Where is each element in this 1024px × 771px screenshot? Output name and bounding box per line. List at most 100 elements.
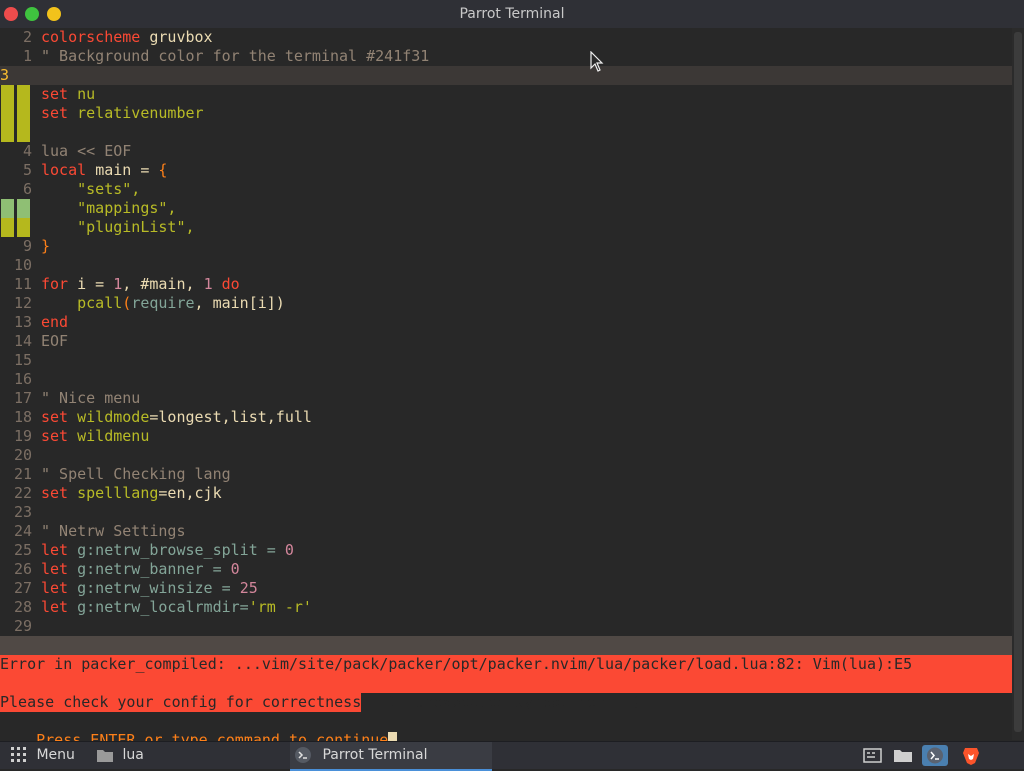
error-line-1: Error in packer_compiled: ...vim/site/pa…	[0, 655, 1012, 674]
editor-line[interactable]: set nu	[0, 85, 1012, 104]
continue-prompt[interactable]: Press ENTER or type command to continue	[0, 712, 398, 749]
editor-line[interactable]: 21 " Spell Checking lang	[0, 465, 1012, 484]
line-code: let g:netrw_winsize = 25	[41, 579, 258, 598]
terminal-task-label: Parrot Terminal	[322, 747, 428, 763]
line-code: set relativenumber	[41, 104, 204, 123]
line-number: 13	[13, 313, 32, 331]
code-token: pcall	[41, 294, 123, 312]
line-code: "pluginList",	[41, 218, 194, 237]
editor-line[interactable]: 11 for i = 1, #main, 1 do	[0, 275, 1012, 294]
code-token: " Background color for the terminal #241…	[41, 47, 430, 65]
editor-line[interactable]: 6 "sets",	[0, 180, 1012, 199]
line-code: EOF	[41, 332, 68, 351]
line-number: 2	[22, 28, 32, 46]
line-code: pcall(require, main[i])	[41, 294, 285, 313]
code-token: let	[41, 579, 78, 597]
tray-terminal-icon[interactable]	[922, 745, 948, 766]
line-code: " Nice menu	[41, 389, 140, 408]
editor-line[interactable]: "pluginList",	[0, 218, 1012, 237]
code-token: 0	[230, 560, 240, 578]
line-code: colorscheme gruvbox	[41, 28, 213, 47]
line-code: "mappings",	[41, 199, 176, 218]
editor-line[interactable]: 2 colorscheme gruvbox	[0, 28, 1012, 47]
folder-task-button[interactable]: lua	[96, 742, 144, 769]
code-token: (	[122, 294, 132, 312]
editor-line[interactable]: 15	[0, 351, 1012, 370]
scrollbar-thumb[interactable]	[1014, 32, 1022, 732]
files-icon	[894, 750, 912, 762]
line-number: 23	[13, 503, 32, 521]
error-line-2: 107: Error loading lua [string ":lua"]:1…	[0, 674, 1012, 711]
code-token: }	[41, 237, 51, 255]
tray-browser-icon[interactable]	[958, 745, 984, 766]
code-token: " Nice menu	[41, 389, 141, 407]
code-token: 1	[113, 275, 123, 293]
editor-line[interactable]: 4 lua << EOF	[0, 142, 1012, 161]
code-token: set	[41, 85, 78, 103]
code-token: " Spell Checking lang	[41, 465, 231, 483]
editor-line[interactable]: "mappings",	[0, 199, 1012, 218]
line-number: 17	[13, 389, 32, 407]
tray-files-icon[interactable]	[890, 745, 916, 766]
editor-line[interactable]	[0, 123, 1012, 142]
window-title: Parrot Terminal	[459, 6, 565, 22]
code-token: colorscheme	[41, 28, 150, 46]
git-sign-marker	[0, 85, 40, 142]
scrollbar[interactable]	[1012, 28, 1024, 740]
editor-line[interactable]: 19 set wildmenu	[0, 427, 1012, 446]
code-token: i =	[77, 275, 114, 293]
line-code: local main = {	[41, 161, 167, 180]
line-code: " Spell Checking lang	[41, 465, 231, 484]
code-token: lua << EOF	[41, 142, 132, 160]
line-code: set wildmode=longest,list,full	[41, 408, 312, 427]
line-number: 6	[22, 180, 32, 198]
line-code: lua << EOF	[41, 142, 131, 161]
line-number: 25	[13, 541, 32, 559]
code-token: gruvbox	[149, 28, 213, 46]
line-number: 14	[13, 332, 32, 350]
editor-line[interactable]: 26 let g:netrw_banner = 0	[0, 560, 1012, 579]
line-number: 3	[0, 66, 10, 84]
terminal-task-button[interactable]: Parrot Terminal	[290, 742, 492, 771]
editor-line[interactable]: 24 " Netrw Settings	[0, 522, 1012, 541]
tray-keyboard-icon[interactable]	[860, 745, 886, 766]
editor-line[interactable]: 5 local main = {	[0, 161, 1012, 180]
folder-task-label: lua	[122, 747, 144, 763]
start-menu-button[interactable]: Menu	[10, 742, 75, 769]
code-token: 0	[284, 541, 294, 559]
editor-line[interactable]: 16	[0, 370, 1012, 389]
editor-line[interactable]: 10	[0, 256, 1012, 275]
code-token: 1	[203, 275, 222, 293]
editor-line[interactable]: 22 set spelllang=en,cjk	[0, 484, 1012, 503]
title-bar[interactable]: Parrot Terminal	[0, 0, 1024, 29]
editor-line[interactable]: 23	[0, 503, 1012, 522]
editor-line[interactable]: 29	[0, 617, 1012, 636]
terminal-area[interactable]: 2 colorscheme gruvbox 1 " Background color …	[0, 28, 1012, 749]
editor-line[interactable]: 9}	[0, 237, 1012, 256]
status-line	[0, 636, 1012, 655]
line-code: let g:netrw_banner = 0	[41, 560, 240, 579]
line-number: 1	[22, 47, 32, 65]
line-number: 22	[13, 484, 32, 502]
line-code: }	[41, 237, 50, 256]
editor-line[interactable]: 14 EOF	[0, 332, 1012, 351]
editor-line[interactable]: 1 " Background color for the terminal #24…	[0, 47, 1012, 66]
editor-line[interactable]: 13 end	[0, 313, 1012, 332]
editor-line[interactable]: 3	[0, 66, 1012, 85]
line-code: " Background color for the terminal #241…	[41, 47, 429, 66]
editor-line[interactable]: set relativenumber	[0, 104, 1012, 123]
line-number: 28	[13, 598, 32, 616]
editor-line[interactable]: 20	[0, 446, 1012, 465]
code-token: local	[41, 161, 96, 179]
code-token: let	[41, 598, 78, 616]
code-token: g:netrw_banner =	[77, 560, 231, 578]
editor-line[interactable]: 12 pcall(require, main[i])	[0, 294, 1012, 313]
line-code: let g:netrw_browse_split = 0	[41, 541, 294, 560]
editor-line[interactable]: 27 let g:netrw_winsize = 25	[0, 579, 1012, 598]
editor-line[interactable]: 28 let g:netrw_localrmdir='rm -r'	[0, 598, 1012, 617]
editor-line[interactable]: 25 let g:netrw_browse_split = 0	[0, 541, 1012, 560]
code-token: let	[41, 560, 78, 578]
editor-line[interactable]: 18 set wildmode=longest,list,full	[0, 408, 1012, 427]
code-token: g:netrw_browse_split =	[77, 541, 285, 559]
editor-line[interactable]: 17 " Nice menu	[0, 389, 1012, 408]
